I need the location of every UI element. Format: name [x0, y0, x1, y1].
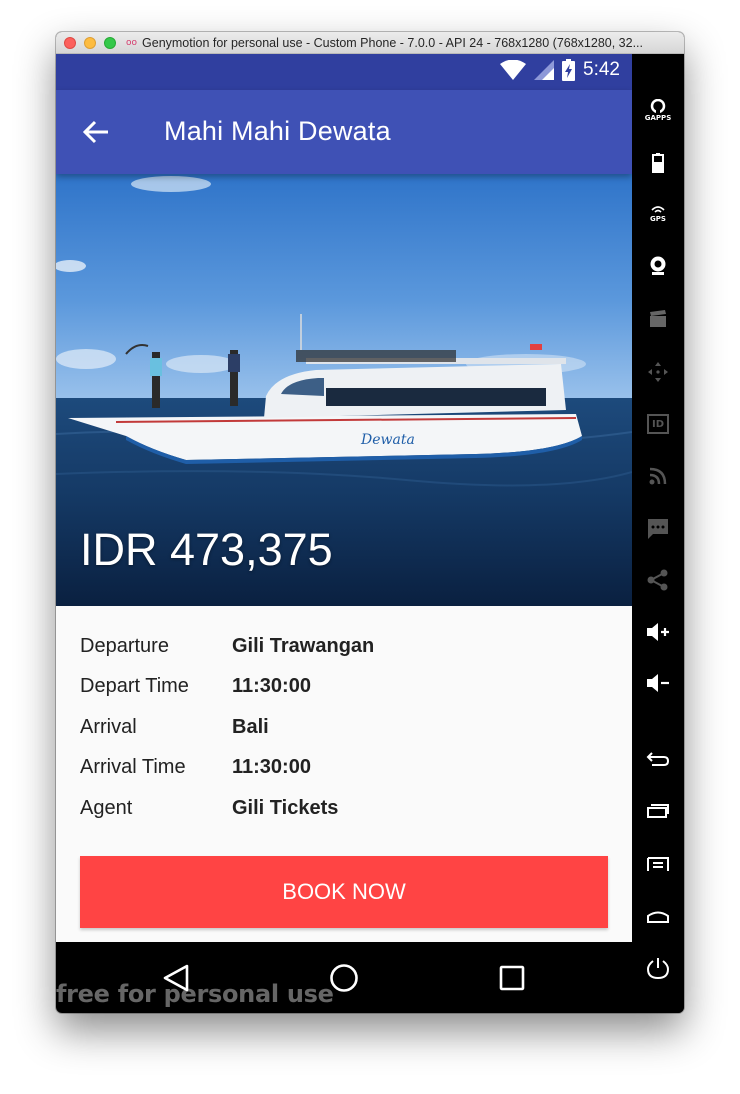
status-time: 5:42: [583, 59, 620, 80]
id-card-icon: ID: [647, 414, 669, 434]
ticket-price: IDR 473,375: [80, 524, 333, 575]
device-id-button[interactable]: ID: [632, 404, 684, 444]
window-titlebar[interactable]: oo Genymotion for personal use - Custom …: [56, 32, 684, 54]
zoom-window-button[interactable]: [104, 36, 116, 49]
arrival-label: Arrival: [80, 715, 137, 738]
arrow-left-icon: [83, 120, 108, 144]
boat-photo: Dewata IDR 473,375: [56, 174, 632, 606]
departure-value: Gili Trawangan: [232, 634, 375, 657]
menu-icon: [647, 857, 669, 871]
depart-time-label: Depart Time: [80, 675, 189, 698]
window-title: Genymotion for personal use - Custom Pho…: [142, 35, 644, 50]
detail-row-arrival: Arrival Bali: [80, 707, 610, 748]
power-button[interactable]: [632, 948, 684, 988]
battery-button[interactable]: [632, 143, 684, 183]
android-screen: 5:42 Mahi Mahi Dewata Dewata IDR 473,375…: [56, 54, 632, 1013]
agent-value: Gili Tickets: [232, 796, 339, 819]
genymotion-toolbar: GAPPS GPS ID: [632, 54, 684, 1013]
page-title: Mahi Mahi Dewata: [164, 116, 391, 146]
volume-up-button[interactable]: [632, 612, 684, 652]
move-arrows-icon: [648, 362, 668, 382]
gapps-label: GAPPS: [644, 113, 672, 122]
app-toolbar: Mahi Mahi Dewata: [56, 90, 632, 174]
detail-row-depart-time: Depart Time 11:30:00: [80, 667, 610, 708]
square-recents-icon: [499, 965, 525, 991]
depart-time-value: 11:30:00: [232, 675, 311, 698]
arrival-time-value: 11:30:00: [232, 756, 311, 779]
sms-button[interactable]: [632, 509, 684, 549]
return-arrow-icon: [646, 752, 670, 766]
watermark-text: free for personal use: [56, 980, 334, 1008]
boat-name-text: Dewata: [360, 432, 415, 448]
traffic-lights: [64, 36, 116, 49]
minimize-window-button[interactable]: [84, 36, 96, 49]
status-bar: 5:42: [56, 54, 632, 90]
menu-key-button[interactable]: [632, 844, 684, 884]
trip-details: Departure Gili Trawangan Depart Time 11:…: [80, 626, 610, 829]
volume-up-icon: [647, 623, 669, 641]
power-icon: [647, 958, 669, 979]
book-now-button[interactable]: BOOK NOW: [80, 856, 608, 928]
battery-charging-icon: [562, 59, 576, 81]
nav-recents-button[interactable]: [492, 958, 532, 998]
gapps-icon: [650, 98, 666, 113]
genymotion-logo-icon: oo: [126, 37, 138, 48]
rss-icon: [649, 467, 667, 485]
agent-label: Agent: [80, 796, 133, 819]
id-icon-label: ID: [651, 418, 665, 430]
webcam-button[interactable]: [632, 246, 684, 286]
clapperboard-icon: [650, 310, 666, 327]
volume-down-icon: [647, 674, 669, 692]
battery-icon: [652, 153, 664, 173]
volume-down-button[interactable]: [632, 663, 684, 703]
message-icon: [648, 519, 668, 539]
cell-signal-icon: [534, 60, 555, 80]
back-key-button[interactable]: [632, 738, 684, 778]
more-options-button[interactable]: [632, 1000, 684, 1013]
recent-apps-key-button[interactable]: [632, 791, 684, 831]
wifi-icon: [500, 60, 527, 80]
home-key-button[interactable]: [632, 896, 684, 936]
screencast-button[interactable]: [632, 299, 684, 339]
gps-label: GPS: [650, 214, 666, 223]
close-window-button[interactable]: [64, 36, 76, 49]
share-icon: [647, 569, 668, 591]
dpad-button[interactable]: [632, 352, 684, 392]
webcam-icon: [650, 256, 666, 275]
detail-row-departure: Departure Gili Trawangan: [80, 626, 610, 667]
detail-row-arrival-time: Arrival Time 11:30:00: [80, 748, 610, 789]
arrival-value: Bali: [232, 715, 269, 738]
recent-apps-icon: [647, 804, 669, 818]
detail-row-agent: Agent Gili Tickets: [80, 788, 610, 829]
cast-button[interactable]: [632, 456, 684, 496]
gapps-button[interactable]: GAPPS: [632, 90, 684, 130]
back-button[interactable]: [74, 110, 118, 154]
gps-button[interactable]: GPS: [632, 194, 684, 234]
arrival-time-label: Arrival Time: [80, 756, 186, 779]
gps-signal-icon: [651, 205, 665, 213]
share-button[interactable]: [632, 560, 684, 600]
home-shape-icon: [647, 911, 669, 923]
departure-label: Departure: [80, 634, 169, 657]
emulator-window: oo Genymotion for personal use - Custom …: [56, 32, 684, 1013]
